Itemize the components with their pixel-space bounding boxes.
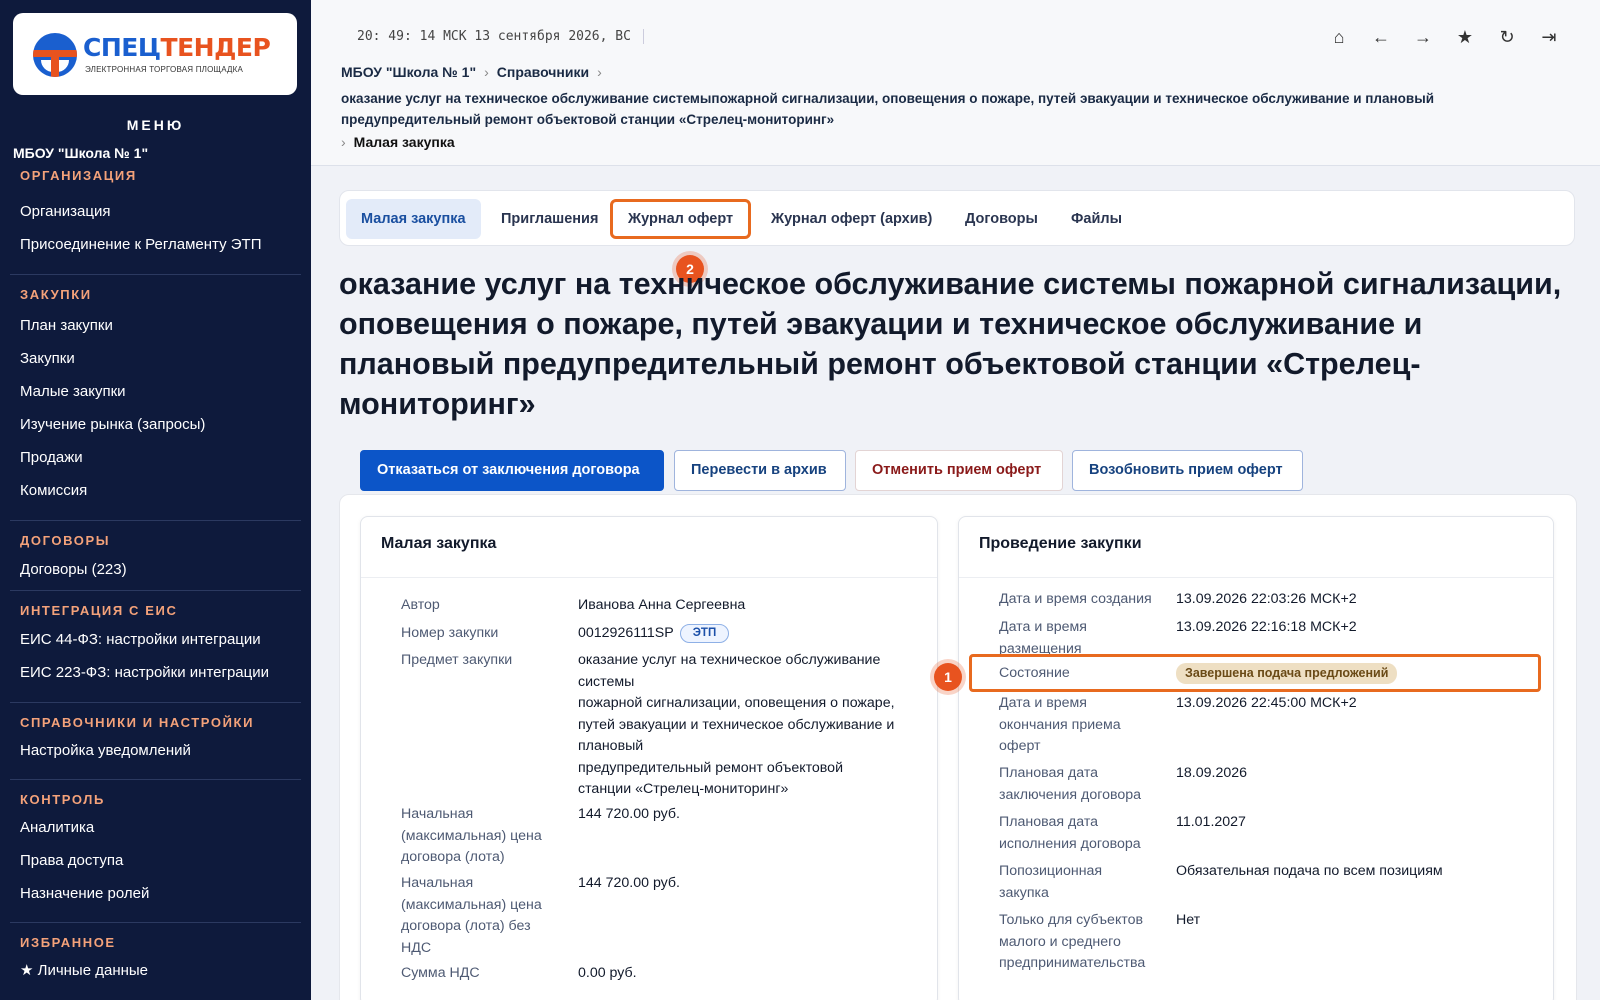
sidebar-item-eis-44[interactable]: ЕИС 44-ФЗ: настройки интеграции [0,623,311,656]
sidebar-item-purchase-plan[interactable]: План закупки [0,309,311,342]
end-label: Дата и время окончания приема оферт [999,695,1121,754]
sidebar-item-contracts[interactable]: Договоры (223) [0,553,311,586]
logo[interactable]: СПЕЦТЕНДЕР ЭЛЕКТРОННАЯ ТОРГОВАЯ ПЛОЩАДКА [13,13,297,95]
step-marker-1: 1 [934,663,962,691]
sidebar-section-title: СПРАВОЧНИКИ И НАСТРОЙКИ [20,715,255,730]
sidebar-item-organization[interactable]: Организация [0,195,311,228]
positional-value: Обязательная подача по всем позициям [1176,863,1443,879]
logo-mark-icon [33,33,77,77]
clock: 20: 49: 14 МСК 13 сентября 2026, ВС [357,29,644,44]
logo-text: СПЕЦТЕНДЕР [83,33,271,62]
sidebar-item-access-rights[interactable]: Права доступа [0,844,311,877]
refresh-icon[interactable]: ↻ [1496,26,1518,48]
state-label: Состояние [999,665,1070,681]
page-title: оказание услуг на техническое обслуживан… [339,267,1562,421]
exec-date-label: Плановая дата исполнения договора [999,814,1141,852]
tab-offers-journal[interactable]: Журнал оферт [610,199,752,239]
tabs-bar: Малая закупка Приглашения Журнал оферт Ж… [339,190,1575,246]
sidebar: СПЕЦТЕНДЕР ЭЛЕКТРОННАЯ ТОРГОВАЯ ПЛОЩАДКА… [0,0,311,1000]
logout-icon[interactable]: ⇥ [1538,26,1560,48]
created-value: 13.09.2026 22:03:26 МСК+2 [1176,591,1357,607]
top-toolbar: ⌂ ← → ★ ↻ ⇥ [1328,26,1560,48]
contract-date-value: 18.09.2026 [1176,765,1248,781]
sidebar-item-regulation[interactable]: Присоединение к Регламенту ЭТП [0,228,311,261]
sidebar-item-sales[interactable]: Продажи [0,441,311,474]
main-area: 20: 49: 14 МСК 13 сентября 2026, ВС ⌂ ← … [311,0,1600,1000]
created-label: Дата и время создания [999,591,1152,607]
menu-title: МЕНЮ [126,117,185,133]
tab-small-purchase[interactable]: Малая закупка [346,199,481,239]
home-icon[interactable]: ⌂ [1328,26,1350,48]
vat-value: 0.00 руб. [578,965,637,981]
number-label: Номер закупки [401,625,499,641]
subject-label: Предмет закупки [401,652,513,668]
decline-contract-button[interactable]: Отказаться от заключения договора [360,450,664,491]
sidebar-item-analytics[interactable]: Аналитика [0,811,311,844]
sidebar-item-market-research[interactable]: Изучение рынка (запросы) [0,408,311,441]
breadcrumb-section[interactable]: Справочники [497,64,589,80]
purchase-number: 0012926111SP [578,625,674,641]
contract-date-label: Плановая дата заключения договора [999,765,1142,803]
breadcrumb-current: › Малая закупка [341,134,455,150]
cancel-offers-button[interactable]: Отменить прием оферт [855,450,1063,491]
tab-files[interactable]: Файлы [1056,199,1137,239]
exec-date-value: 11.01.2027 [1176,814,1246,830]
archive-button[interactable]: Перевести в архив [674,450,846,491]
sidebar-item-eis-223[interactable]: ЕИС 223-ФЗ: настройки интеграции [0,656,311,689]
sidebar-item-notifications[interactable]: Настройка уведомлений [0,734,311,767]
small-purchase-card: Малая закупка Автор Иванова Анна Сергеев… [360,516,938,1000]
star-icon[interactable]: ★ [1454,26,1476,48]
sidebar-section-title: ИЗБРАННОЕ [20,935,116,950]
tab-invitations[interactable]: Приглашения [486,199,613,239]
tab-offers-archive[interactable]: Журнал оферт (архив) [756,199,947,239]
sidebar-section-title: ИНТЕГРАЦИЯ С ЕИС [20,603,178,618]
breadcrumb: МБОУ "Школа № 1" › Справочники › [341,64,602,80]
sidebar-item-roles[interactable]: Назначение ролей [0,877,311,910]
subject-value: оказание услуг на техническое обслуживан… [578,652,895,797]
sidebar-section-title: ЗАКУПКИ [20,287,92,302]
sidebar-section-title: ОРГАНИЗАЦИЯ [20,168,137,183]
sidebar-section-title: ДОГОВОРЫ [20,533,111,548]
sidebar-item-purchases[interactable]: Закупки [0,342,311,375]
breadcrumb-subject[interactable]: оказание услуг на техническое обслуживан… [341,88,1571,130]
sme-value: Нет [1176,912,1201,928]
author-link[interactable]: Иванова Анна Сергеевна [578,595,745,617]
sme-label: Только для субъектов малого и среднего п… [999,912,1146,971]
placed-value: 13.09.2026 22:16:18 МСК+2 [1176,619,1357,635]
price-value: 144 720.00 руб. [578,806,681,822]
tab-contracts[interactable]: Договоры [950,199,1053,239]
arrow-right-icon[interactable]: → [1412,26,1434,48]
card-title: Малая закупка [381,535,497,552]
purchase-process-card: Проведение закупки Дата и время создания… [958,516,1554,1000]
price-novat-value: 144 720.00 руб. [578,875,681,891]
sidebar-item-commission[interactable]: Комиссия [0,474,311,507]
etp-tag: ЭТП [679,623,730,643]
sidebar-menu: ОРГАНИЗАЦИЯ Организация Присоединение к … [0,168,311,987]
topbar: 20: 49: 14 МСК 13 сентября 2026, ВС ⌂ ← … [311,0,1600,166]
resume-offers-button[interactable]: Возобновить прием оферт [1072,450,1303,491]
status-badge: Завершена подача предложений [1176,663,1398,684]
card-title: Проведение закупки [979,535,1142,552]
sidebar-section-title: КОНТРОЛЬ [20,792,105,807]
sidebar-item-small-purchases[interactable]: Малые закупки [0,375,311,408]
sidebar-item-personal-data[interactable]: ★ Личные данные [0,954,311,987]
price-label: Начальная (максимальная) цена договора (… [401,806,542,865]
vat-label: Сумма НДС [401,965,480,981]
end-value: 13.09.2026 22:45:00 МСК+2 [1176,695,1357,711]
arrow-left-icon[interactable]: ← [1370,26,1392,48]
sidebar-org-name: МБОУ "Школа № 1" [13,145,149,161]
breadcrumb-org[interactable]: МБОУ "Школа № 1" [341,64,476,80]
author-label: Автор [401,597,440,613]
logo-subtitle: ЭЛЕКТРОННАЯ ТОРГОВАЯ ПЛОЩАДКА [85,65,244,74]
positional-label: Попозиционная закупка [999,863,1103,901]
price-novat-label: Начальная (максимальная) цена договора (… [401,875,542,956]
